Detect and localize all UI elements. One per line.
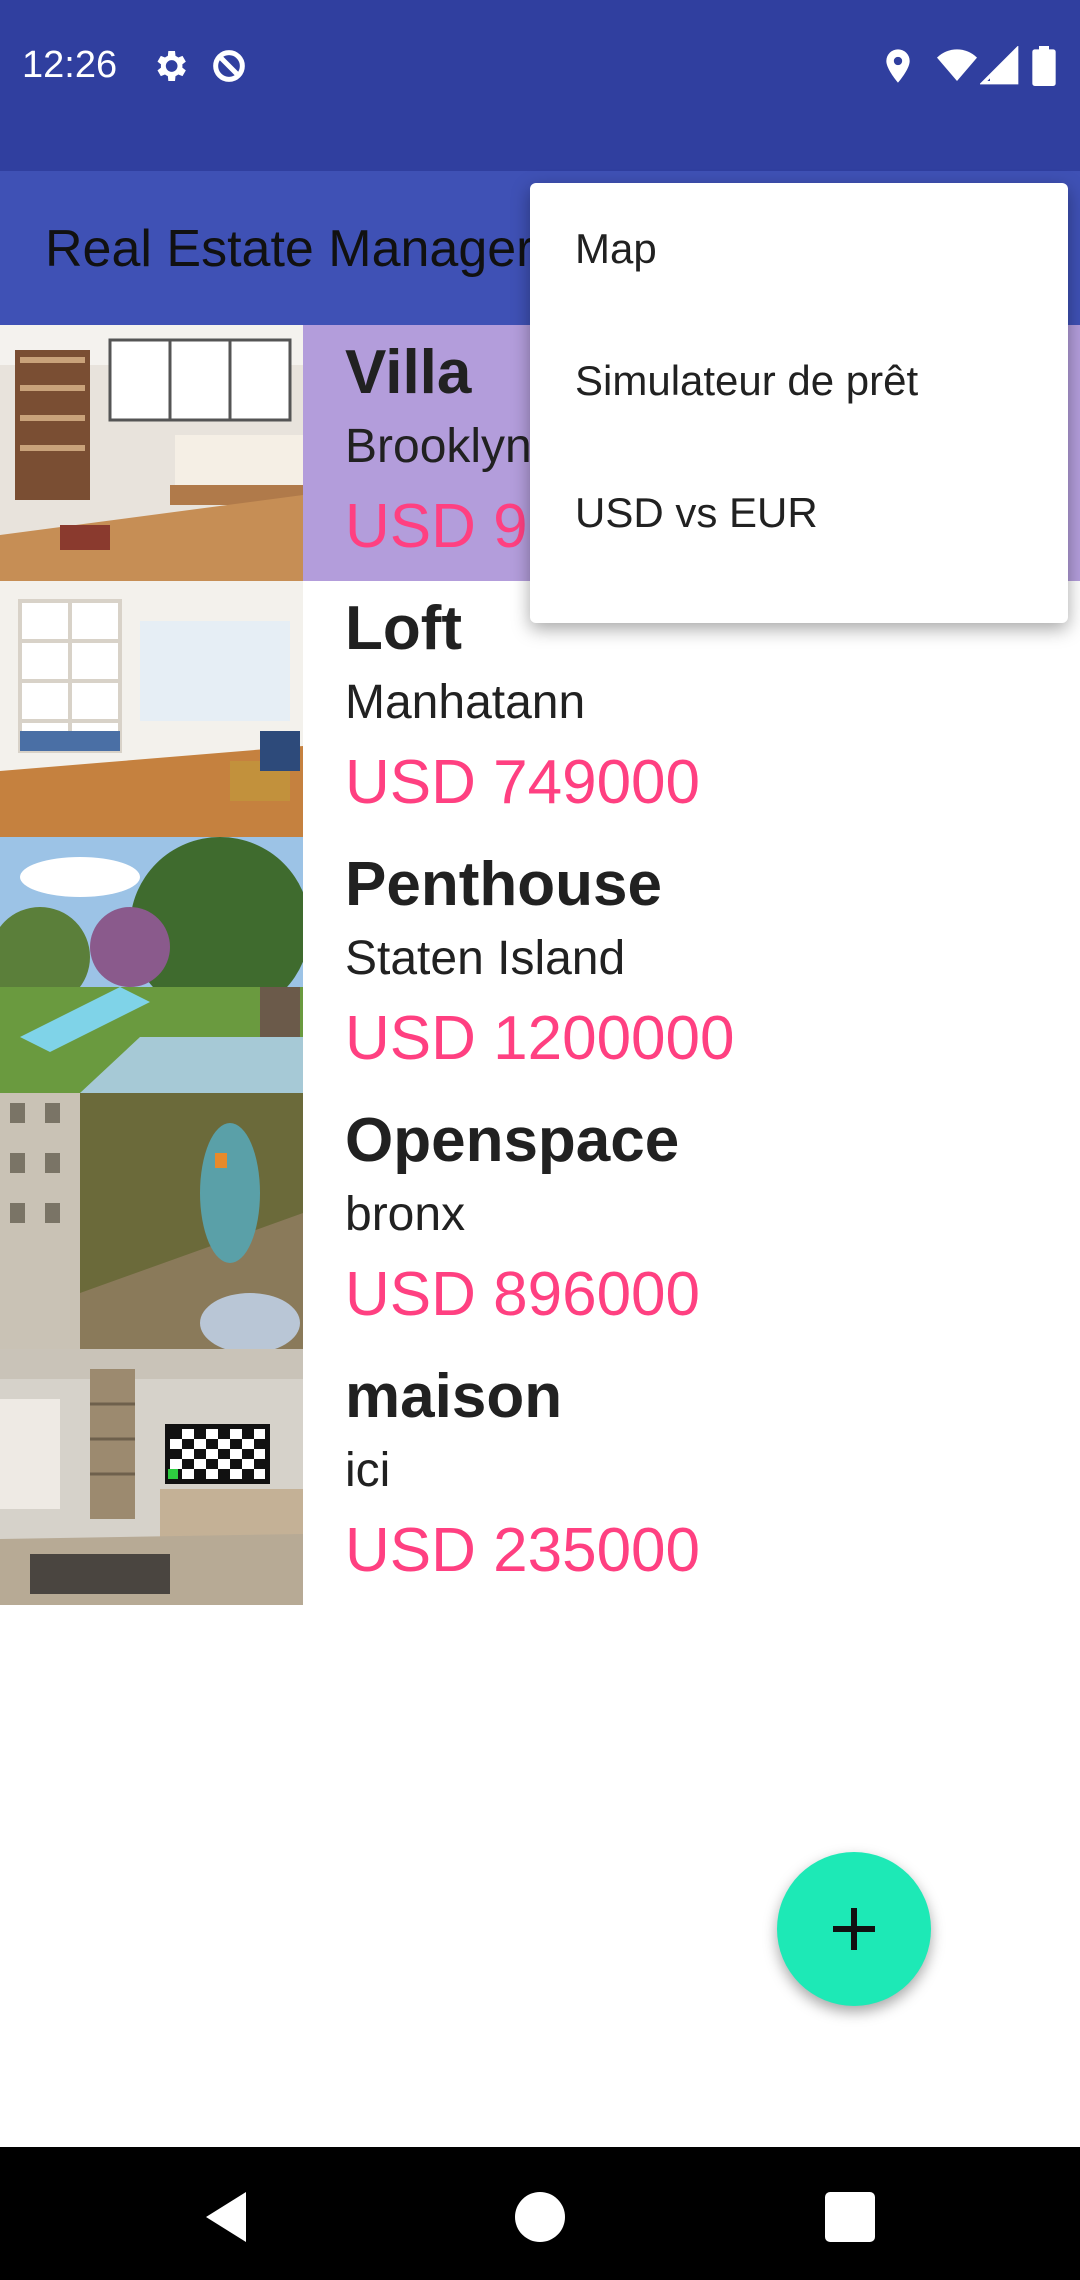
back-icon[interactable]: [196, 2187, 256, 2247]
property-type: maison: [345, 1362, 563, 1431]
property-row[interactable]: maison ici USD 235000: [0, 1349, 1080, 1605]
signal-icon: [980, 46, 1019, 85]
property-photo: [0, 837, 303, 1093]
property-price: USD 749000: [345, 748, 701, 817]
yard-photo: [0, 1093, 303, 1349]
property-city: bronx: [345, 1188, 466, 1241]
status-bar: 12:26: [0, 0, 1080, 171]
data-saver-icon: [213, 50, 245, 82]
property-type: Villa: [345, 338, 472, 407]
property-photo: [0, 581, 303, 837]
home-icon[interactable]: [510, 2187, 570, 2247]
property-city: Staten Island: [345, 932, 626, 985]
property-city: ici: [345, 1444, 391, 1497]
status-time: 12:26: [22, 44, 118, 86]
menu-item-map[interactable]: Map: [530, 183, 1068, 315]
property-type: Openspace: [345, 1106, 680, 1175]
menu-item-label: Simulateur de prêt: [575, 357, 919, 404]
garden-pool-photo: [0, 837, 303, 1093]
menu-item-label: Map: [575, 225, 657, 272]
property-type: Penthouse: [345, 850, 662, 919]
recents-icon[interactable]: [820, 2187, 880, 2247]
loft-interior-photo: [0, 325, 303, 581]
property-type: Loft: [345, 594, 463, 663]
property-photo: [0, 1349, 303, 1605]
app-title: Real Estate Manager: [45, 220, 534, 278]
property-city: Brooklyn: [345, 420, 532, 473]
menu-item-loan-simulator[interactable]: Simulateur de prêt: [530, 315, 1068, 447]
battery-icon: [1032, 46, 1056, 86]
property-photo: [0, 325, 303, 581]
property-row[interactable]: Openspace bronx USD 896000: [0, 1093, 1080, 1349]
overflow-menu: Map Simulateur de prêt USD vs EUR: [530, 183, 1068, 623]
property-price: USD 235000: [345, 1516, 701, 1585]
gear-icon: [157, 51, 186, 81]
property-price: USD 1200000: [345, 1004, 735, 1073]
room-render-photo: [0, 1349, 303, 1605]
property-city: Manhatann: [345, 676, 586, 729]
navigation-bar: [0, 2147, 1080, 2280]
property-photo: [0, 1093, 303, 1349]
menu-item-usd-vs-eur[interactable]: USD vs EUR: [530, 447, 1068, 579]
location-icon: [886, 49, 910, 83]
menu-item-label: USD vs EUR: [575, 489, 818, 536]
property-price: USD 896000: [345, 1260, 701, 1329]
property-row[interactable]: Penthouse Staten Island USD 1200000: [0, 837, 1080, 1093]
add-property-button[interactable]: [777, 1852, 931, 2006]
wifi-icon: [937, 49, 977, 81]
living-room-photo: [0, 581, 303, 837]
